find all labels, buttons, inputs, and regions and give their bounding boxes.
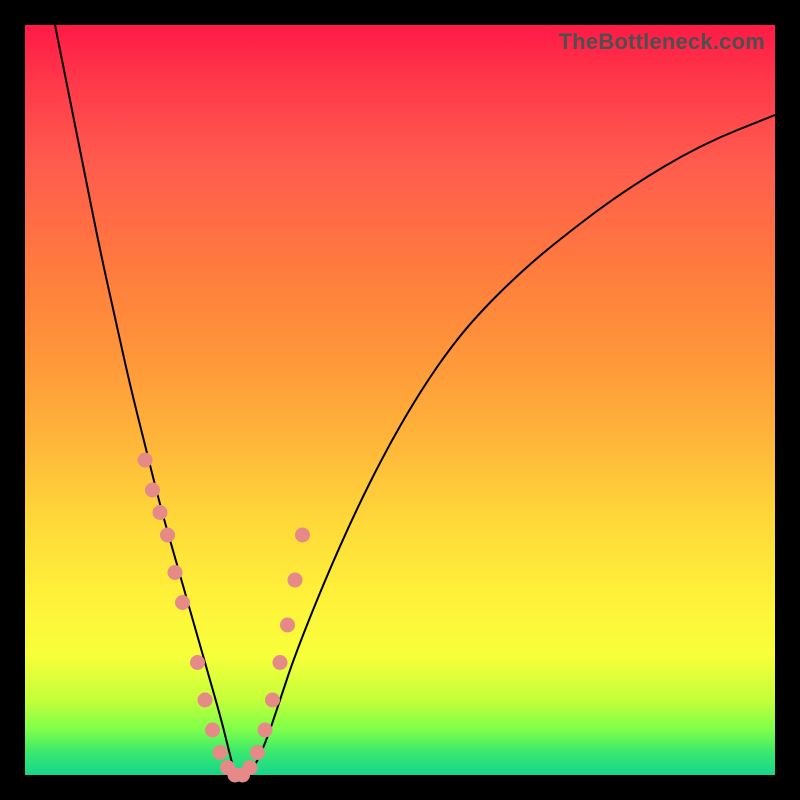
curve-marker [160, 528, 175, 543]
curve-marker [198, 693, 213, 708]
curve-marker [250, 745, 265, 760]
curve-marker [243, 760, 258, 775]
curve-marker [168, 565, 183, 580]
bottleneck-curve-svg [25, 25, 775, 775]
curve-marker [153, 505, 168, 520]
plot-area: TheBottleneck.com [25, 25, 775, 775]
curve-marker [288, 573, 303, 588]
curve-marker [273, 655, 288, 670]
curve-marker [145, 483, 160, 498]
curve-marker [295, 528, 310, 543]
curve-marker [138, 453, 153, 468]
chart-frame: TheBottleneck.com [0, 0, 800, 800]
bottleneck-curve-path [55, 25, 775, 775]
curve-marker [213, 745, 228, 760]
curve-marker [175, 595, 190, 610]
curve-marker [205, 723, 220, 738]
curve-marker [265, 693, 280, 708]
curve-marker [258, 723, 273, 738]
curve-marker [190, 655, 205, 670]
curve-marker [280, 618, 295, 633]
